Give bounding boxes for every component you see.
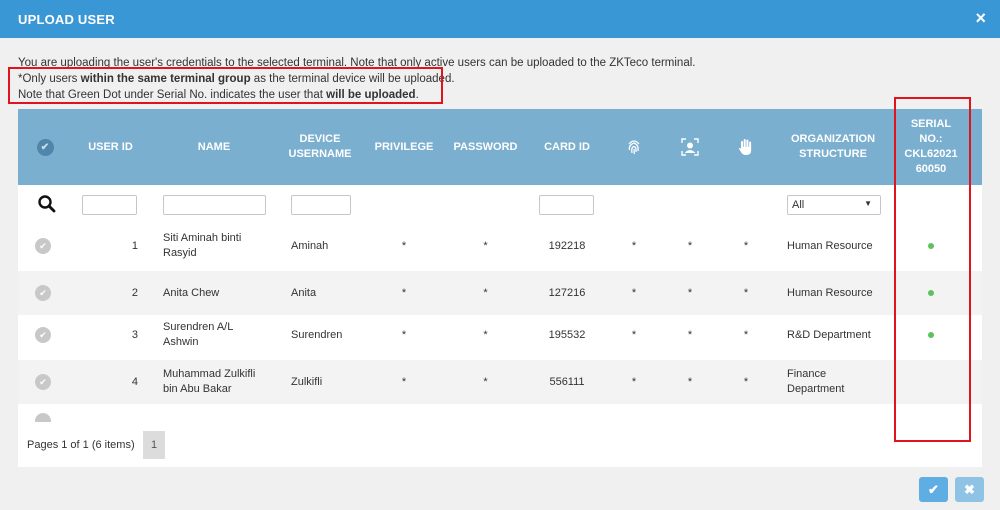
caret-down-icon: ▼ — [864, 199, 872, 208]
col-password[interactable]: PASSWORD — [448, 109, 523, 185]
pagination-bar: Pages 1 of 1 (6 items) 1 — [18, 422, 982, 467]
row-checkbox[interactable]: ✔ — [35, 224, 51, 268]
password-cell: * — [483, 375, 488, 388]
check-icon: ✔ — [35, 285, 51, 301]
organization-filter-select[interactable]: All ▼ — [787, 195, 881, 215]
upload-dot — [928, 290, 934, 296]
organization-cell: Finance Department — [787, 368, 845, 395]
face-cell: * — [687, 375, 693, 388]
palm-cell: * — [743, 286, 749, 299]
user-id-cell: 1 — [131, 239, 138, 252]
organization-cell: Human Resource — [787, 286, 873, 299]
row-checkbox[interactable]: ✔ — [35, 271, 51, 315]
privilege-cell: * — [401, 239, 407, 252]
user-id-cell: 4 — [131, 375, 138, 388]
fingerprint-cell: * — [631, 375, 637, 388]
confirm-button[interactable]: ✔ — [919, 477, 948, 502]
col-palm[interactable] — [728, 109, 764, 185]
device-username-cell: Zulkifli — [291, 375, 323, 388]
close-icon: ✖ — [964, 481, 975, 497]
organization-cell: Human Resource — [787, 239, 873, 252]
dialog-titlebar: UPLOAD USER × — [0, 0, 1000, 38]
page-button[interactable]: 1 — [143, 431, 165, 459]
cancel-button[interactable]: ✖ — [955, 477, 984, 502]
col-privilege[interactable]: PRIVILEGE — [368, 109, 440, 185]
upload-dot — [928, 243, 934, 249]
user-id-filter-input[interactable] — [82, 195, 137, 215]
check-icon: ✔ — [36, 138, 54, 156]
card-id-filter-input[interactable] — [539, 195, 594, 215]
user-id-cell: 2 — [131, 286, 138, 299]
note-highlight-box — [8, 67, 443, 104]
privilege-cell: * — [401, 286, 407, 299]
row-checkbox[interactable]: ✔ — [35, 360, 51, 404]
table-row-partial[interactable] — [18, 407, 982, 422]
col-card-id[interactable]: CARD ID — [533, 109, 601, 185]
search-icon[interactable] — [37, 194, 57, 214]
privilege-cell: * — [401, 328, 407, 341]
user-id-cell: 3 — [131, 328, 138, 341]
name-cell: Muhammad Zulkifli bin Abu Bakar — [163, 368, 256, 395]
password-cell: * — [483, 328, 488, 341]
palm-icon — [738, 139, 752, 155]
table-row[interactable]: ✔ 3 Surendren A/L Ashwin Surendren * * 19… — [18, 313, 982, 357]
check-icon: ✔ — [35, 374, 51, 390]
col-serial-no[interactable]: SERIAL NO.: CKL62021 60050 — [893, 109, 969, 185]
table-row[interactable]: ✔ 4 Muhammad Zulkifli bin Abu Bakar Zulki… — [18, 360, 982, 404]
device-username-cell: Aminah — [291, 239, 329, 252]
name-cell: Anita Chew — [163, 286, 220, 299]
device-username-filter-input[interactable] — [291, 195, 351, 215]
row-checkbox[interactable] — [35, 413, 51, 422]
face-cell: * — [687, 328, 693, 341]
serial-cell — [893, 360, 969, 404]
name-filter-input[interactable] — [163, 195, 266, 215]
table-row[interactable]: ✔ 2 Anita Chew Anita * * 127216 * * * Hu… — [18, 271, 982, 315]
pagination-info: Pages 1 of 1 (6 items) — [27, 439, 135, 451]
table-header: ✔ USER ID NAME DEVICE USERNAME PRIVILEGE … — [18, 109, 982, 185]
fingerprint-cell: * — [631, 239, 637, 252]
check-icon: ✔ — [35, 327, 51, 343]
device-username-cell: Surendren — [291, 328, 343, 341]
col-organization-structure[interactable]: ORGANIZATION STRUCTURE — [783, 109, 883, 185]
privilege-cell: * — [401, 375, 407, 388]
check-icon: ✔ — [928, 481, 939, 497]
fingerprint-cell: * — [631, 286, 637, 299]
serial-cell — [893, 224, 969, 268]
name-cell: Siti Aminah binti Rasyid — [163, 232, 242, 259]
dialog-title: UPLOAD USER — [18, 12, 115, 27]
serial-cell — [893, 271, 969, 315]
table-row[interactable]: ✔ 1 Siti Aminah binti Rasyid Aminah * * 1… — [18, 224, 982, 268]
card-id-cell: 195532 — [548, 328, 586, 341]
name-cell: Surendren A/L Ashwin — [163, 321, 234, 348]
palm-cell: * — [743, 239, 749, 252]
fingerprint-cell: * — [631, 328, 637, 341]
col-face[interactable] — [673, 109, 707, 185]
col-user-id[interactable]: USER ID — [73, 109, 148, 185]
select-all-checkbox[interactable]: ✔ — [30, 109, 60, 185]
organization-cell: R&D Department — [787, 328, 871, 341]
user-table-panel: ✔ USER ID NAME DEVICE USERNAME PRIVILEGE … — [18, 109, 982, 467]
check-icon — [35, 413, 51, 422]
password-cell: * — [483, 286, 488, 299]
upload-dot — [928, 332, 934, 338]
device-username-cell: Anita — [291, 286, 317, 299]
row-checkbox[interactable]: ✔ — [35, 313, 51, 357]
card-id-cell: 556111 — [549, 375, 585, 388]
filter-row: All ▼ — [18, 185, 982, 224]
face-cell: * — [687, 286, 693, 299]
palm-cell: * — [743, 375, 749, 388]
card-id-cell: 127216 — [548, 286, 586, 299]
fingerprint-icon — [628, 140, 640, 155]
password-cell: * — [483, 239, 488, 252]
close-icon[interactable]: × — [975, 9, 986, 27]
col-device-username[interactable]: DEVICE USERNAME — [280, 109, 360, 185]
col-name[interactable]: NAME — [158, 109, 270, 185]
card-id-cell: 192218 — [548, 239, 586, 252]
face-cell: * — [687, 239, 693, 252]
palm-cell: * — [743, 328, 749, 341]
face-icon — [681, 138, 699, 156]
col-fingerprint[interactable] — [618, 109, 650, 185]
check-icon: ✔ — [35, 238, 51, 254]
serial-cell — [893, 313, 969, 357]
